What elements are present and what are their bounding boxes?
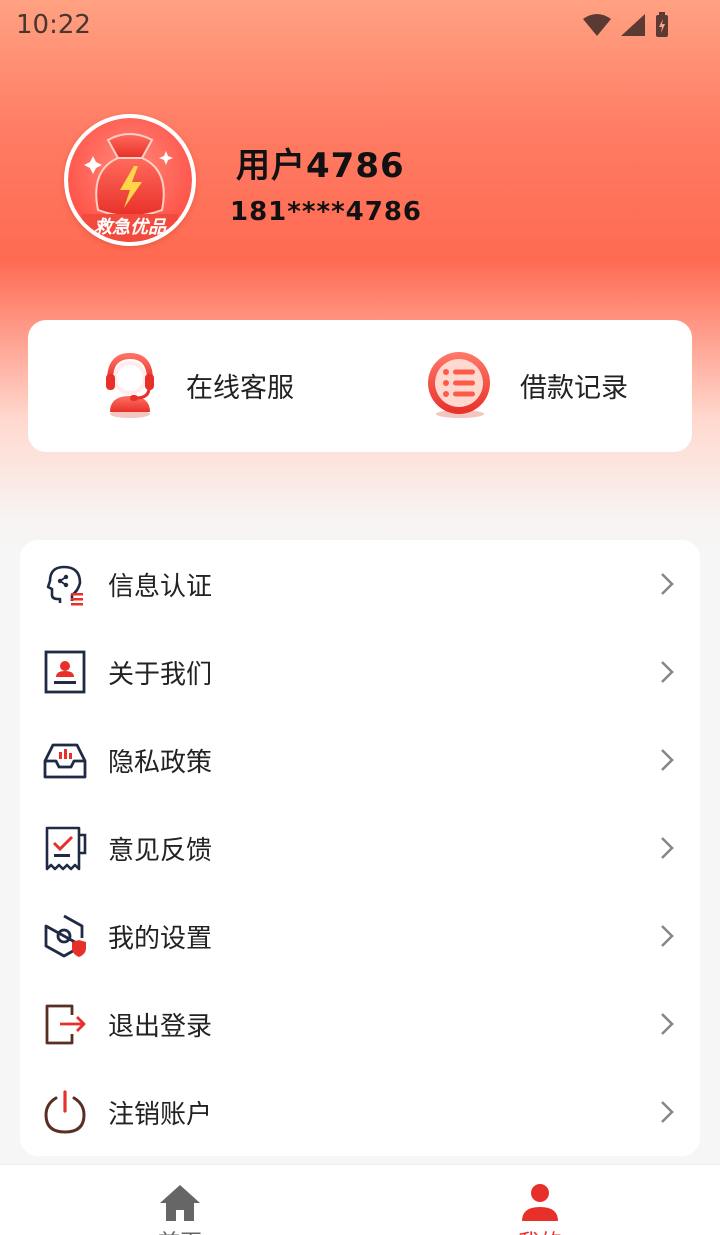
menu-card: 信息认证 关于我们 隐私政策 意见反馈 我的设置 退出登录 注销账户 xyxy=(20,540,700,1156)
menu-item-label: 我的设置 xyxy=(108,923,213,954)
chevron-right-icon xyxy=(661,573,674,595)
menu-item-label: 隐私政策 xyxy=(108,747,213,778)
home-icon xyxy=(160,1185,200,1221)
customer-service-button[interactable]: 在线客服 xyxy=(100,350,294,420)
menu-item-privacy-policy[interactable]: 隐私政策 xyxy=(20,716,700,804)
settings-icon xyxy=(44,914,86,958)
chevron-right-icon xyxy=(661,749,674,771)
user-info: 用户4786 181****4786 xyxy=(230,138,422,227)
menu-item-label: 意见反馈 xyxy=(108,835,213,866)
power-icon xyxy=(44,1090,86,1134)
status-icons xyxy=(582,12,670,38)
loan-record-button[interactable]: 借款记录 xyxy=(424,350,628,420)
quick-actions-card: 在线客服 借款记录 xyxy=(28,320,692,452)
about-us-icon xyxy=(44,650,86,694)
loan-record-label: 借款记录 xyxy=(520,372,628,404)
customer-service-label: 在线客服 xyxy=(186,372,294,404)
user-phone: 181****4786 xyxy=(230,196,423,227)
loan-record-icon xyxy=(428,352,490,418)
menu-item-about-us[interactable]: 关于我们 xyxy=(20,628,700,716)
header-background xyxy=(0,0,720,560)
menu-item-label: 退出登录 xyxy=(108,1011,213,1042)
status-bar: 10:22 xyxy=(0,0,720,50)
menu-item-settings[interactable]: 我的设置 xyxy=(20,892,700,980)
info-auth-icon xyxy=(46,565,83,606)
privacy-policy-icon xyxy=(43,743,87,779)
signal-icon xyxy=(621,14,645,36)
tab-mine[interactable]: 我的 xyxy=(360,1165,720,1235)
menu-item-label: 信息认证 xyxy=(108,571,213,602)
chevron-right-icon xyxy=(661,661,674,683)
tab-home[interactable]: 首页 xyxy=(0,1165,360,1235)
chevron-right-icon xyxy=(661,1101,674,1123)
battery-icon xyxy=(656,12,668,37)
avatar-badge-text: 救急优品 xyxy=(94,217,166,238)
bottom-tab-bar: 首页 我的 xyxy=(0,1164,720,1235)
customer-service-icon xyxy=(106,352,154,418)
feedback-icon xyxy=(45,826,87,871)
user-name: 用户4786 xyxy=(236,145,405,186)
avatar[interactable]: 救急优品 xyxy=(64,114,196,246)
menu-item-label: 注销账户 xyxy=(108,1099,213,1130)
menu-item-label: 关于我们 xyxy=(108,659,213,690)
person-icon xyxy=(522,1184,558,1221)
chevron-right-icon xyxy=(661,1013,674,1035)
menu-item-feedback[interactable]: 意见反馈 xyxy=(20,804,700,892)
menu-item-deactivate-account[interactable]: 注销账户 xyxy=(20,1068,700,1156)
menu-item-info-auth[interactable]: 信息认证 xyxy=(20,540,700,628)
menu-item-logout[interactable]: 退出登录 xyxy=(20,980,700,1068)
tab-label: 首页 xyxy=(0,1225,360,1235)
logout-icon xyxy=(45,1004,86,1045)
chevron-right-icon xyxy=(661,837,674,859)
tab-label: 我的 xyxy=(360,1225,720,1235)
profile-header: 救急优品 用户4786 181****4786 xyxy=(64,114,422,246)
status-time: 10:22 xyxy=(16,10,91,40)
chevron-right-icon xyxy=(661,925,674,947)
wifi-icon xyxy=(583,14,611,36)
